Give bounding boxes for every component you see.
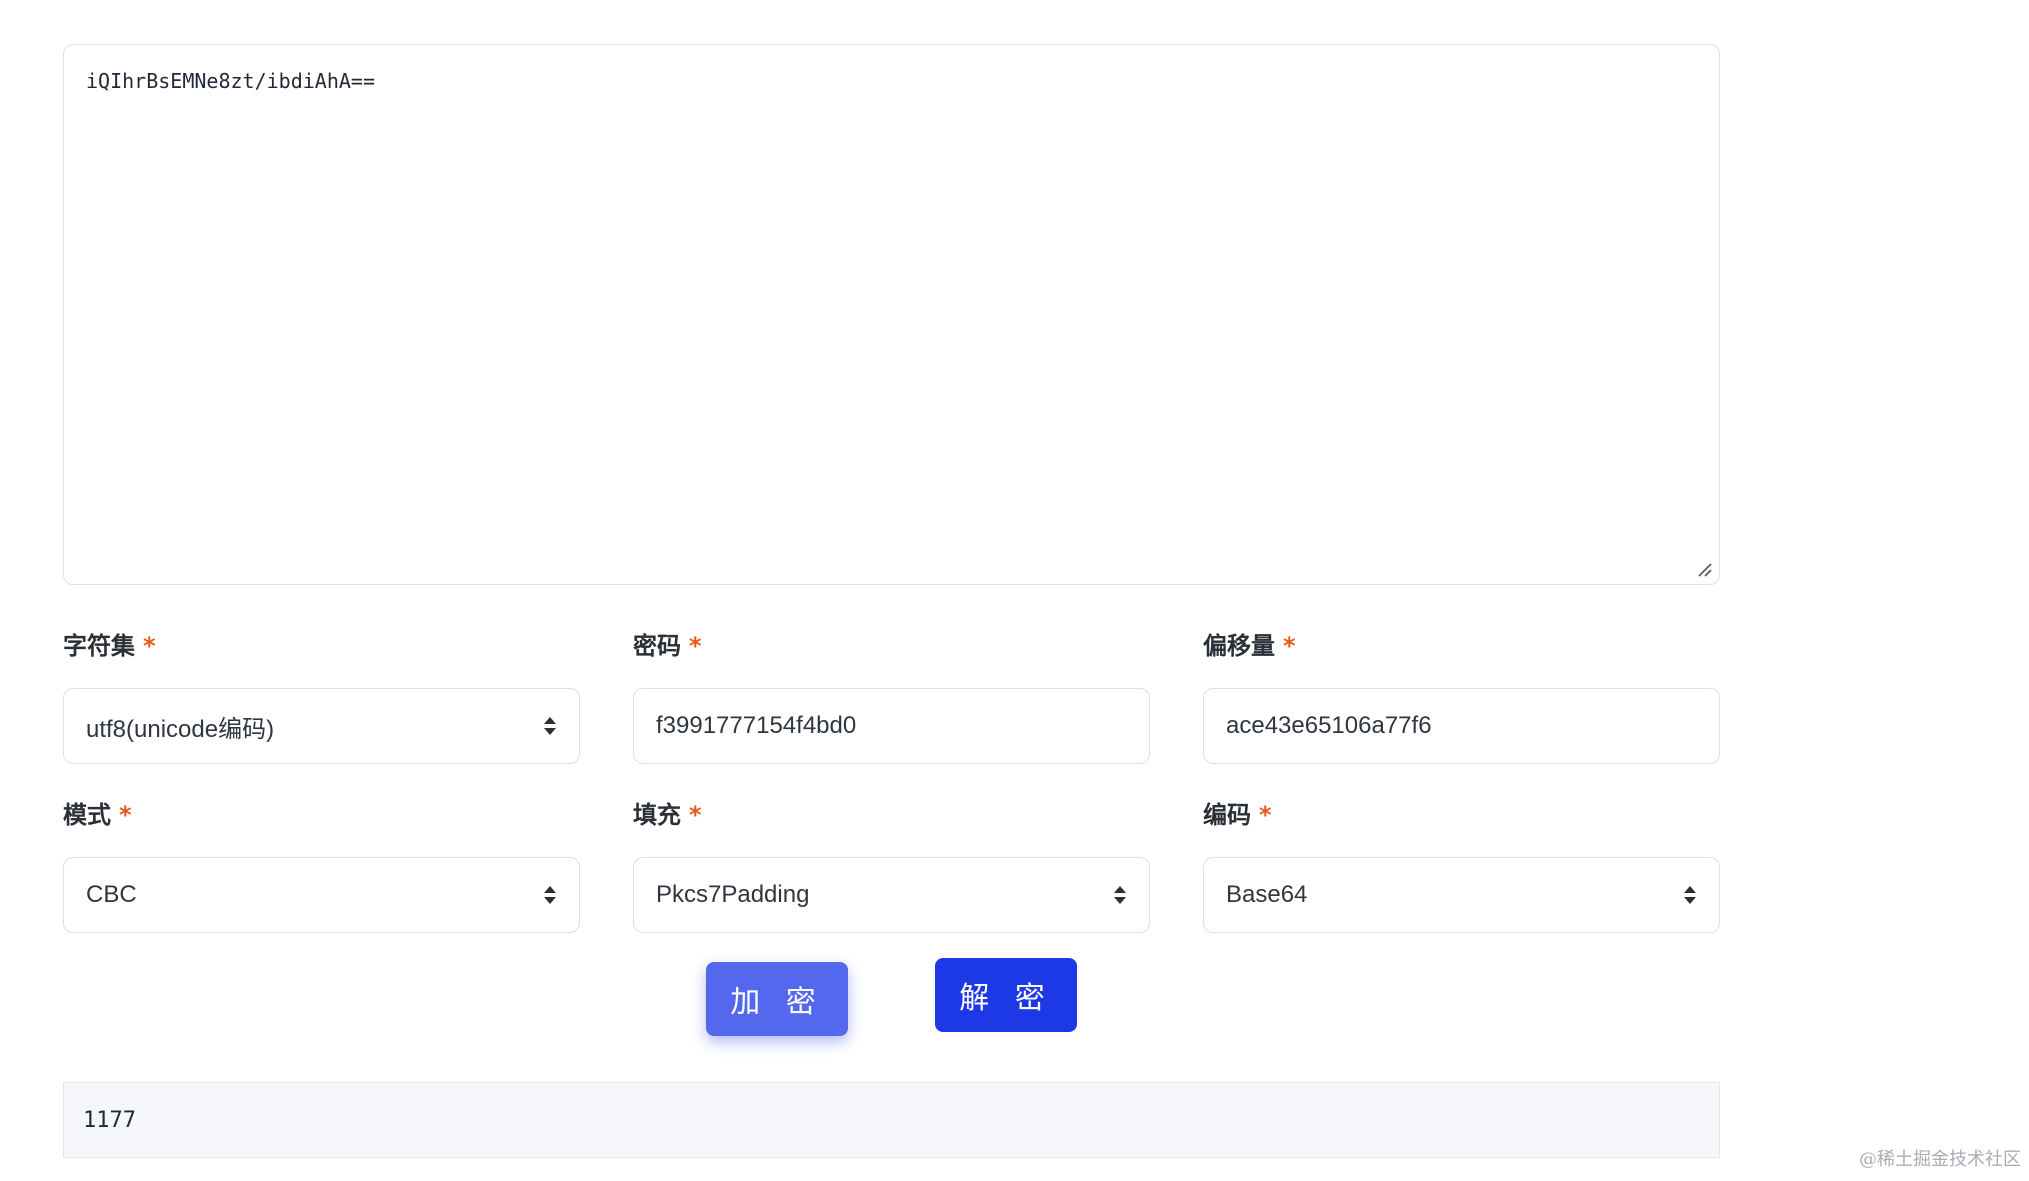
sort-arrows-icon [1684,886,1696,904]
charset-label: 字符集 * [63,632,156,660]
required-mark: * [1283,632,1296,660]
resize-handle-icon[interactable] [1695,560,1713,578]
mode-select-value: CBC [86,881,137,908]
required-mark: * [119,801,132,829]
sort-arrows-icon [544,717,556,735]
watermark: @稀土掘金技术社区 [1859,1149,2021,1170]
encoding-select-value: Base64 [1226,881,1308,908]
encoding-label: 编码 * [1203,801,1272,829]
mode-select[interactable]: CBC [63,857,580,933]
required-mark: * [143,632,156,660]
result-text: 1177 [83,1107,136,1133]
input-textarea-container: iQIhrBsEMNe8zt/ibdiAhA== [63,44,1720,585]
password-input[interactable] [656,712,1127,740]
offset-label: 偏移量 * [1203,632,1296,660]
charset-field: 字符集 * utf8(unicode编码) [63,629,580,764]
offset-input-box [1203,688,1720,764]
password-input-box [633,688,1150,764]
offset-field: 偏移量 * [1203,629,1720,764]
input-textarea[interactable]: iQIhrBsEMNe8zt/ibdiAhA== [64,45,1719,584]
password-field: 密码 * [633,629,1150,764]
offset-input[interactable] [1226,712,1697,740]
page: iQIhrBsEMNe8zt/ibdiAhA== 字符集 * utf8(unico… [0,0,2029,1181]
charset-select-value: utf8(unicode编码) [86,715,275,743]
padding-select-value: Pkcs7Padding [656,881,810,908]
required-mark: * [689,801,702,829]
mode-label: 模式 * [63,801,132,829]
sort-arrows-icon [544,886,556,904]
padding-select[interactable]: Pkcs7Padding [633,857,1150,933]
charset-select[interactable]: utf8(unicode编码) [63,688,580,764]
required-mark: * [1259,801,1272,829]
password-label: 密码 * [633,632,702,660]
mode-field: 模式 * CBC [63,798,580,933]
required-mark: * [689,632,702,660]
decrypt-button[interactable]: 解 密 [935,958,1077,1032]
sort-arrows-icon [1114,886,1126,904]
encrypt-button[interactable]: 加 密 [706,962,848,1036]
encoding-select[interactable]: Base64 [1203,857,1720,933]
result-output: 1177 [63,1082,1720,1158]
encoding-field: 编码 * Base64 [1203,798,1720,933]
padding-field: 填充 * Pkcs7Padding [633,798,1150,933]
padding-label: 填充 * [633,801,702,829]
